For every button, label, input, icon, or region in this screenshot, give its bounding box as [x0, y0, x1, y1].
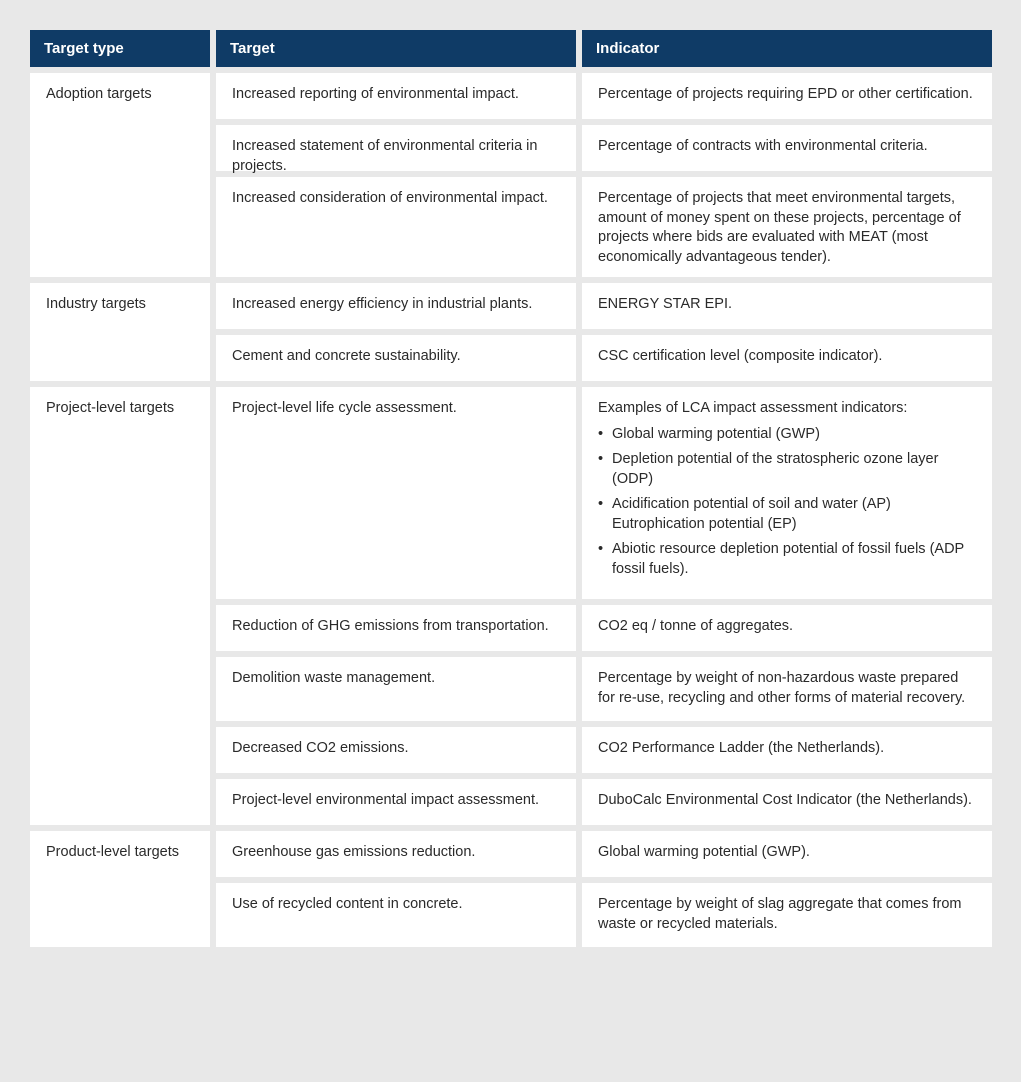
target-cell: Project-level life cycle assessment.	[216, 387, 576, 599]
header-indicator: Indicator	[582, 30, 992, 67]
type-cell: Adoption targets	[30, 73, 210, 277]
header-target: Target	[216, 30, 576, 67]
type-cell: Industry targets	[30, 283, 210, 381]
indicator-cell: CSC certification level (composite indic…	[582, 335, 992, 381]
indicator-intro: Examples of LCA impact assessment indica…	[598, 399, 976, 419]
indicator-list-item: Acidification potential of soil and wate…	[598, 495, 976, 534]
targets-table: Target type Adoption targets Industry ta…	[30, 30, 990, 947]
column-target-type: Target type Adoption targets Industry ta…	[30, 30, 210, 947]
indicator-list: Global warming potential (GWP) Depletion …	[598, 425, 976, 580]
indicator-cell: ENERGY STAR EPI.	[582, 283, 992, 329]
column-target: Target Increased reporting of environmen…	[216, 30, 576, 947]
indicator-cell: Percentage of projects that meet environ…	[582, 177, 992, 277]
target-cell: Demolition waste management.	[216, 657, 576, 721]
target-cell: Greenhouse gas emissions reduction.	[216, 831, 576, 877]
target-cell: Increased reporting of environmental imp…	[216, 73, 576, 119]
indicator-list-item: Abiotic resource depletion potential of …	[598, 540, 976, 579]
indicator-cell: CO2 Performance Ladder (the Netherlands)…	[582, 727, 992, 773]
indicator-cell: CO2 eq / tonne of aggregates.	[582, 605, 992, 651]
indicator-cell: Percentage of contracts with environment…	[582, 125, 992, 171]
indicator-list-item: Global warming potential (GWP)	[598, 425, 976, 445]
target-cell: Increased statement of environmental cri…	[216, 125, 576, 171]
target-cell: Use of recycled content in concrete.	[216, 883, 576, 947]
target-cell: Cement and concrete sustainability.	[216, 335, 576, 381]
indicator-cell: Percentage by weight of non-hazardous wa…	[582, 657, 992, 721]
indicator-cell: Percentage by weight of slag aggregate t…	[582, 883, 992, 947]
target-cell: Decreased CO2 emissions.	[216, 727, 576, 773]
type-cell: Product-level targets	[30, 831, 210, 947]
indicator-cell: Global warming potential (GWP).	[582, 831, 992, 877]
indicator-cell: DuboCalc Environmental Cost Indicator (t…	[582, 779, 992, 825]
target-cell: Project-level environmental impact asses…	[216, 779, 576, 825]
target-cell: Increased consideration of environmental…	[216, 177, 576, 277]
column-indicator: Indicator Percentage of projects requiri…	[582, 30, 992, 947]
type-cell: Project-level targets	[30, 387, 210, 825]
indicator-cell: Percentage of projects requiring EPD or …	[582, 73, 992, 119]
target-cell: Increased energy efficiency in industria…	[216, 283, 576, 329]
target-cell: Reduction of GHG emissions from transpor…	[216, 605, 576, 651]
header-target-type: Target type	[30, 30, 210, 67]
indicator-cell: Examples of LCA impact assessment indica…	[582, 387, 992, 599]
indicator-list-item: Depletion potential of the stratospheric…	[598, 450, 976, 489]
